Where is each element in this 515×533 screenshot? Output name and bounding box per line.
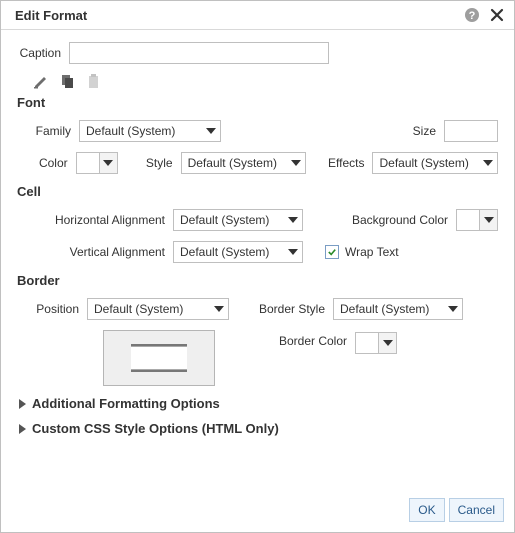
border-style-select[interactable]: Default (System) [333, 298, 463, 320]
font-section-header: Font [17, 95, 498, 110]
bgcolor-label: Background Color [346, 213, 456, 227]
font-section: Family Default (System) Size Color Style… [23, 120, 498, 174]
border-preview [103, 330, 215, 386]
halign-label: Horizontal Alignment [23, 213, 173, 227]
bgcolor-picker[interactable] [456, 209, 498, 231]
font-family-label: Family [23, 124, 79, 138]
border-section-header: Border [17, 273, 498, 288]
caption-label: Caption [17, 46, 69, 60]
border-style-label: Border Style [243, 302, 333, 316]
font-color-picker[interactable] [76, 152, 118, 174]
border-preview-cell [131, 344, 187, 372]
border-color-label: Border Color [245, 330, 355, 348]
font-color-swatch [77, 153, 99, 173]
chevron-down-icon [214, 306, 224, 312]
border-position-value: Default (System) [94, 302, 183, 316]
font-size-input[interactable] [444, 120, 498, 142]
font-color-label: Color [23, 156, 76, 170]
font-style-select[interactable]: Default (System) [181, 152, 307, 174]
dialog-title: Edit Format [15, 8, 87, 23]
font-effects-value: Default (System) [379, 156, 468, 170]
valign-label: Vertical Alignment [23, 245, 173, 259]
border-color-swatch [356, 333, 378, 353]
chevron-down-icon [291, 160, 301, 166]
chevron-down-icon [483, 160, 493, 166]
valign-select[interactable]: Default (System) [173, 241, 303, 263]
chevron-down-icon [448, 306, 458, 312]
cancel-button[interactable]: Cancel [449, 498, 504, 522]
border-color-dropdown [378, 333, 396, 353]
copy-format-icon[interactable] [60, 74, 75, 89]
chevron-down-icon [103, 160, 113, 166]
bgcolor-dropdown [479, 210, 497, 230]
help-icon[interactable]: ? [464, 7, 480, 23]
wrap-text-label: Wrap Text [345, 245, 399, 259]
expand-right-icon [19, 424, 26, 434]
chevron-down-icon [484, 217, 494, 223]
paste-format-icon[interactable] [87, 74, 102, 89]
svg-text:?: ? [469, 10, 476, 22]
additional-formatting-label: Additional Formatting Options [32, 396, 220, 411]
edit-format-dialog: Edit Format ? Caption [0, 0, 515, 533]
ok-button[interactable]: OK [409, 498, 444, 522]
additional-formatting-expander[interactable]: Additional Formatting Options [19, 396, 498, 411]
font-family-value: Default (System) [86, 124, 175, 138]
border-position-select[interactable]: Default (System) [87, 298, 229, 320]
border-position-label: Position [23, 302, 87, 316]
titlebar-actions: ? [464, 7, 504, 23]
clear-format-icon[interactable] [33, 74, 48, 89]
chevron-down-icon [206, 128, 216, 134]
caption-row: Caption [17, 42, 498, 64]
custom-css-label: Custom CSS Style Options (HTML Only) [32, 421, 279, 436]
dialog-footer: OK Cancel [409, 498, 504, 522]
close-icon[interactable] [490, 8, 504, 22]
font-size-label: Size [404, 124, 444, 138]
font-effects-label: Effects [316, 156, 372, 170]
chevron-down-icon [288, 217, 298, 223]
chevron-down-icon [288, 249, 298, 255]
border-color-picker[interactable] [355, 332, 397, 354]
font-family-select[interactable]: Default (System) [79, 120, 221, 142]
font-color-dropdown [99, 153, 117, 173]
wrap-text-checkbox[interactable] [325, 245, 339, 259]
border-section: Position Default (System) Border Style D… [23, 298, 498, 386]
caption-toolbar [33, 74, 498, 89]
chevron-down-icon [383, 340, 393, 346]
cell-section: Horizontal Alignment Default (System) Ba… [23, 209, 498, 263]
titlebar: Edit Format ? [1, 1, 514, 30]
halign-value: Default (System) [180, 213, 269, 227]
caption-input[interactable] [69, 42, 329, 64]
font-style-value: Default (System) [188, 156, 277, 170]
font-style-label: Style [132, 156, 181, 170]
border-style-value: Default (System) [340, 302, 429, 316]
valign-value: Default (System) [180, 245, 269, 259]
dialog-body: Caption Font Family Default (System) [1, 30, 514, 436]
font-effects-select[interactable]: Default (System) [372, 152, 498, 174]
cell-section-header: Cell [17, 184, 498, 199]
bgcolor-swatch [457, 210, 479, 230]
halign-select[interactable]: Default (System) [173, 209, 303, 231]
custom-css-expander[interactable]: Custom CSS Style Options (HTML Only) [19, 421, 498, 436]
expand-right-icon [19, 399, 26, 409]
